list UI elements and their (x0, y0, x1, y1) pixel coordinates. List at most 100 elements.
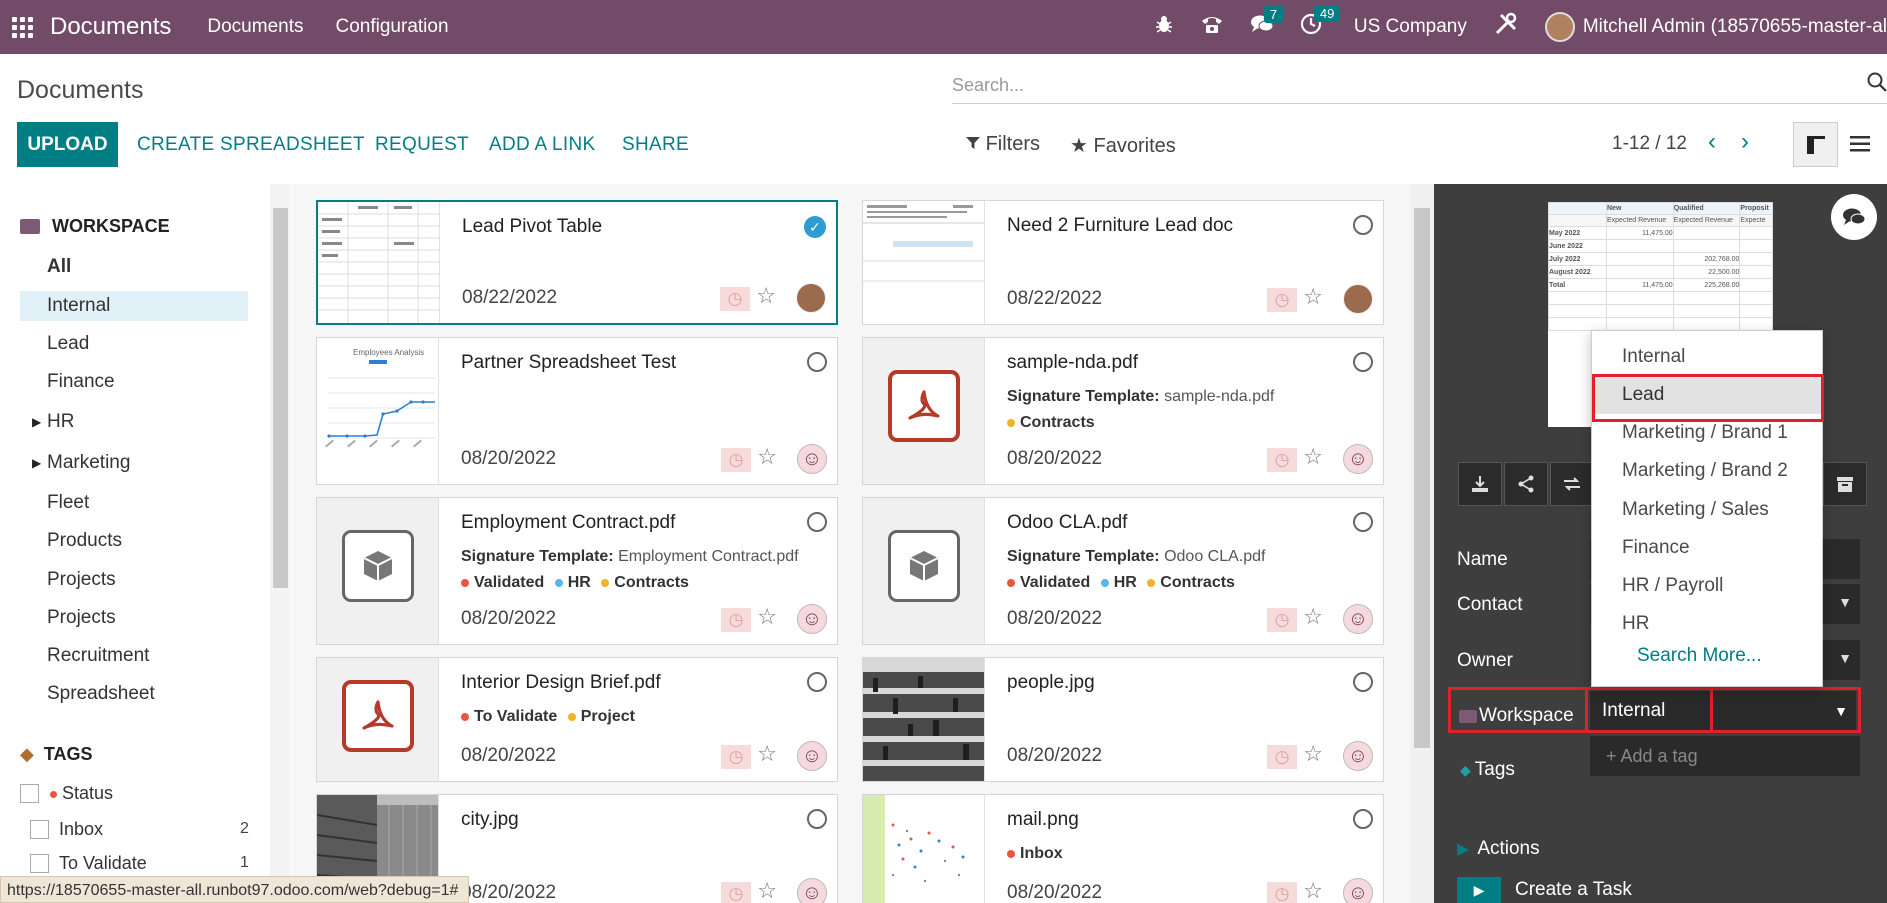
sidebar-item-internal[interactable]: Internal (20, 291, 248, 321)
select-radio[interactable] (1353, 512, 1373, 532)
card-title[interactable]: Interior Design Brief.pdf (461, 672, 661, 694)
favorite-star-icon[interactable]: ☆ (757, 604, 777, 630)
card-title[interactable]: Lead Pivot Table (462, 216, 602, 238)
chatter-toggle-icon[interactable] (1831, 194, 1877, 240)
owner-avatar-placeholder[interactable]: ☺ (797, 604, 827, 634)
pager-previous-icon[interactable]: ‹ (1708, 128, 1716, 156)
document-card[interactable]: Employees Analysis Partner Spreadsheet T… (316, 337, 838, 485)
dropdown-option-marketing-sales[interactable]: Marketing / Sales (1592, 491, 1822, 529)
favorite-star-icon[interactable]: ☆ (1303, 444, 1323, 470)
to-validate-checkbox[interactable] (30, 854, 49, 873)
upload-button[interactable]: UPLOAD (17, 122, 118, 167)
company-switcher[interactable]: US Company (1354, 16, 1467, 38)
select-radio[interactable] (1353, 672, 1373, 692)
request-button[interactable]: REQUEST (375, 134, 469, 156)
document-card[interactable]: mail.png Inbox 08/20/2022 ◷ ☆ ☺ (862, 794, 1384, 903)
owner-avatar-placeholder[interactable]: ☺ (1343, 444, 1373, 474)
sidebar-item-spreadsheet[interactable]: Spreadsheet (20, 679, 248, 709)
dropdown-option-internal[interactable]: Internal (1592, 338, 1822, 376)
favorite-star-icon[interactable]: ☆ (757, 741, 777, 767)
sidebar-item-projects-2[interactable]: Projects (20, 603, 248, 633)
card-title[interactable]: Partner Spreadsheet Test (461, 352, 676, 374)
select-radio[interactable] (1353, 809, 1373, 829)
selected-check-icon[interactable]: ✓ (804, 216, 826, 238)
menu-configuration[interactable]: Configuration (336, 16, 449, 38)
actions-toggle[interactable]: ▶ Actions (1457, 838, 1540, 860)
activity-clock-icon[interactable]: ◷ (1267, 288, 1297, 312)
tags-input[interactable]: + Add a tag (1590, 736, 1860, 776)
activity-clock-icon[interactable]: ◷ (1267, 608, 1297, 632)
select-radio[interactable] (807, 672, 827, 692)
archive-icon[interactable] (1823, 462, 1867, 506)
sidebar-item-products[interactable]: Products (20, 526, 248, 556)
owner-avatar-placeholder[interactable]: ☺ (1343, 604, 1373, 634)
card-title[interactable]: Odoo CLA.pdf (1007, 512, 1127, 534)
document-card[interactable]: people.jpg 08/20/2022 ◷ ☆ ☺ (862, 657, 1384, 782)
debug-bug-icon[interactable] (1154, 14, 1174, 40)
owner-avatar-placeholder[interactable]: ☺ (1343, 878, 1373, 903)
activity-clock-icon[interactable]: ◷ (721, 882, 751, 903)
activity-clock-icon[interactable]: ◷ (1267, 448, 1297, 472)
dropdown-option-finance[interactable]: Finance (1592, 529, 1822, 567)
share-icon[interactable] (1504, 462, 1548, 506)
favorite-star-icon[interactable]: ☆ (1303, 878, 1323, 903)
activity-clock-icon[interactable]: ◷ (721, 608, 751, 632)
select-radio[interactable] (807, 512, 827, 532)
favorite-star-icon[interactable]: ☆ (757, 878, 777, 903)
document-card[interactable]: Employment Contract.pdf Signature Templa… (316, 497, 838, 645)
favorite-star-icon[interactable]: ☆ (1303, 741, 1323, 767)
document-card[interactable]: sample-nda.pdf Signature Template: sampl… (862, 337, 1384, 485)
search-icon[interactable] (1867, 72, 1887, 98)
sidebar-item-hr[interactable]: HR (20, 407, 248, 437)
filters-toggle[interactable]: Filters (966, 133, 1040, 156)
messages-icon[interactable]: 7 (1250, 6, 1284, 40)
create-spreadsheet-button[interactable]: CREATE SPREADSHEET (137, 134, 365, 156)
document-card[interactable]: Interior Design Brief.pdf To Validate Pr… (316, 657, 838, 782)
apps-menu-icon[interactable] (12, 16, 34, 38)
owner-avatar[interactable] (796, 283, 826, 313)
owner-avatar-placeholder[interactable]: ☺ (1343, 741, 1373, 771)
card-title[interactable]: city.jpg (461, 809, 519, 831)
replace-icon[interactable] (1550, 462, 1594, 506)
select-radio[interactable] (807, 352, 827, 372)
search-more-link[interactable]: Search More... (1637, 645, 1762, 667)
activity-clock-icon[interactable]: ◷ (721, 745, 751, 769)
activity-clock-icon[interactable]: ◷ (1267, 882, 1297, 903)
contact-dropdown-icon[interactable]: ▼ (1838, 594, 1852, 610)
phone-icon[interactable] (1200, 13, 1224, 41)
favorites-toggle[interactable]: ★ Favorites (1070, 133, 1176, 158)
sidebar-item-recruitment[interactable]: Recruitment (20, 641, 248, 671)
menu-documents[interactable]: Documents (207, 16, 303, 38)
search-input[interactable] (952, 75, 1887, 96)
document-card[interactable]: Lead Pivot Table 08/22/2022 ✓ ◷ ☆ (316, 200, 838, 325)
owner-avatar-placeholder[interactable]: ☺ (797, 444, 827, 474)
create-task-action[interactable]: ▶ Create a Task (1457, 877, 1632, 903)
sidebar-item-projects[interactable]: Projects (20, 565, 248, 595)
favorite-star-icon[interactable]: ☆ (1303, 604, 1323, 630)
activities-clock-icon[interactable]: 49 (1300, 5, 1341, 41)
card-title[interactable]: mail.png (1007, 809, 1079, 831)
pager-value[interactable]: 1-12 / 12 (1612, 133, 1687, 155)
user-avatar[interactable] (1544, 12, 1575, 42)
activity-clock-icon[interactable]: ◷ (721, 448, 751, 472)
sidebar-item-all[interactable]: All (20, 252, 248, 282)
favorite-star-icon[interactable]: ☆ (1303, 284, 1323, 310)
dropdown-option-hr[interactable]: HR (1592, 605, 1822, 643)
card-title[interactable]: people.jpg (1007, 672, 1095, 694)
sidebar-item-finance[interactable]: Finance (20, 367, 248, 397)
owner-avatar-placeholder[interactable]: ☺ (797, 741, 827, 771)
owner-avatar[interactable] (1343, 284, 1373, 314)
dropdown-option-marketing-brand-2[interactable]: Marketing / Brand 2 (1592, 452, 1822, 490)
list-view-icon[interactable] (1850, 133, 1870, 159)
activity-clock-icon[interactable]: ◷ (720, 287, 750, 311)
document-card[interactable]: Need 2 Furniture Lead doc 08/22/2022 ◷ ☆ (862, 200, 1384, 325)
user-menu[interactable]: Mitchell Admin (18570655-master-al (1583, 16, 1887, 38)
status-group[interactable]: Status (50, 783, 113, 804)
select-radio[interactable] (1353, 352, 1373, 372)
download-icon[interactable] (1458, 462, 1502, 506)
activity-clock-icon[interactable]: ◷ (1267, 745, 1297, 769)
inbox-checkbox[interactable] (30, 820, 49, 839)
card-title[interactable]: Need 2 Furniture Lead doc (1007, 215, 1233, 237)
app-name[interactable]: Documents (50, 13, 171, 41)
kanban-scrollbar[interactable] (1410, 184, 1434, 903)
